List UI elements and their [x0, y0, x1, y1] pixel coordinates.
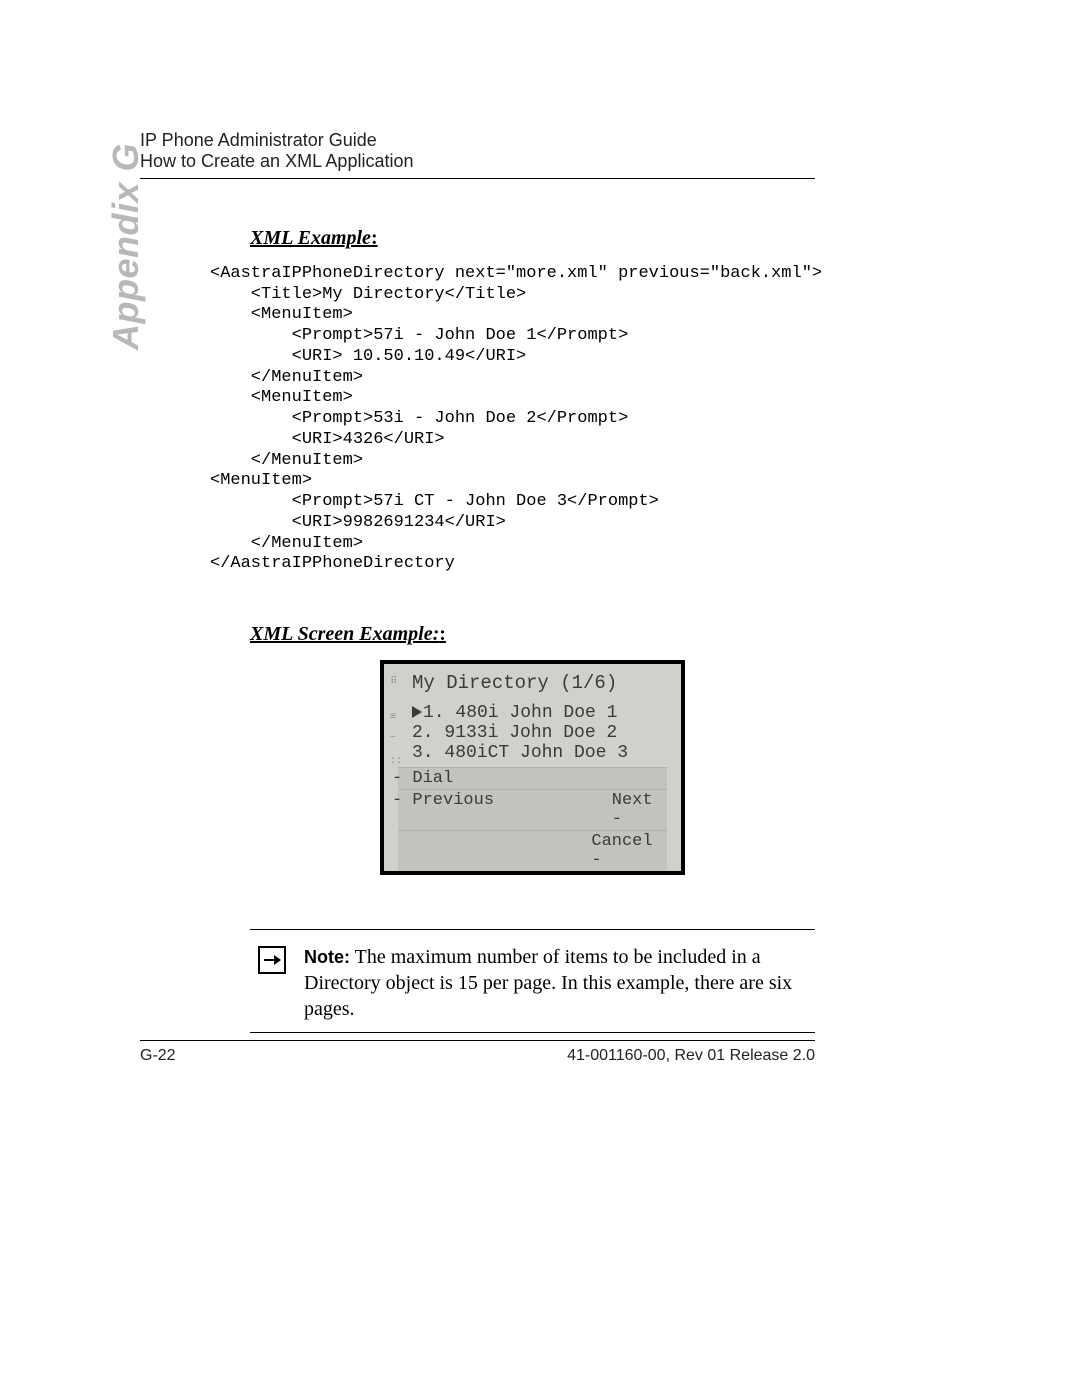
- cursor-icon: [412, 706, 422, 718]
- code-l4: <Prompt>57i - John Doe 1</Prompt>: [210, 326, 628, 345]
- code-l5: <URI> 10.50.10.49</URI>: [210, 347, 526, 366]
- note-body: The maximum number of items to be includ…: [304, 946, 792, 1020]
- code-l2: <Title>My Directory</Title>: [210, 285, 526, 304]
- code-l9: <URI>4326</URI>: [210, 430, 445, 449]
- softkey-previous: Previous: [406, 791, 494, 829]
- code-l8: <Prompt>53i - John Doe 2</Prompt>: [210, 409, 628, 428]
- screen-body: ⠿ ≡ – :: My Directory (1/6) 1. 480i John…: [384, 664, 681, 767]
- xml-screen-heading-text: XML Screen Example:: [250, 623, 439, 645]
- footer-rule: [140, 1040, 815, 1041]
- page-footer: G-22 41-001160-00, Rev 01 Release 2.0: [140, 1040, 815, 1065]
- screen-glyph-icon: ≡: [390, 712, 396, 723]
- code-l10: </MenuItem>: [210, 451, 363, 470]
- softkey-next: Next: [612, 791, 659, 829]
- screen-glyph-icon: ::: [390, 756, 402, 767]
- screen-row-1: 1. 480i John Doe 1: [412, 704, 671, 724]
- content-area: XML Example: <AastraIPPhoneDirectory nex…: [250, 227, 815, 1033]
- footer-page-number: G-22: [140, 1047, 176, 1065]
- code-l13: <URI>9982691234</URI>: [210, 513, 506, 532]
- note-bottom-rule: [250, 1032, 815, 1033]
- code-l6: </MenuItem>: [210, 368, 363, 387]
- note-arrow-icon: [258, 946, 286, 974]
- code-l15: </AastraIPPhoneDirectory: [210, 554, 455, 573]
- softkey-row-2: Previous Next: [384, 789, 681, 830]
- screen-glyph-icon: –: [390, 732, 396, 743]
- code-l12: <Prompt>57i CT - John Doe 3</Prompt>: [210, 492, 659, 511]
- screen-row1-text: 1. 480i John Doe 1: [423, 703, 617, 723]
- page-body: IP Phone Administrator Guide How to Crea…: [140, 130, 940, 1033]
- screen-title: My Directory (1/6): [412, 672, 671, 694]
- note-label: Note:: [304, 947, 350, 967]
- softkey-row-1: Dial: [384, 767, 681, 789]
- header-title: IP Phone Administrator Guide: [140, 130, 940, 151]
- code-l7: <MenuItem>: [210, 388, 353, 407]
- code-l11: <MenuItem>: [210, 471, 312, 490]
- phone-screen: ⠿ ≡ – :: My Directory (1/6) 1. 480i John…: [380, 660, 685, 875]
- screen-row-2: 2. 9133i John Doe 2: [412, 724, 671, 744]
- xml-code-block: <AastraIPPhoneDirectory next="more.xml" …: [210, 264, 815, 575]
- screen-example-wrap: ⠿ ≡ – :: My Directory (1/6) 1. 480i John…: [250, 660, 815, 875]
- footer-doc-id: 41-001160-00, Rev 01 Release 2.0: [567, 1047, 815, 1065]
- note-block: Note: The maximum number of items to be …: [250, 930, 815, 1032]
- code-l14: </MenuItem>: [210, 534, 363, 553]
- xml-example-heading-text: XML Example: [250, 227, 371, 249]
- screen-row-3: 3. 480iCT John Doe 3: [412, 744, 671, 764]
- header-rule: [140, 178, 815, 179]
- softkey-row-3: Cancel: [384, 830, 681, 871]
- xml-example-heading: XML Example:: [250, 227, 815, 250]
- note-text: Note: The maximum number of items to be …: [304, 944, 815, 1022]
- screen-glyph-icon: ⠿: [390, 676, 397, 688]
- code-l1: <AastraIPPhoneDirectory next="more.xml" …: [210, 264, 822, 283]
- softkey-cancel: Cancel: [591, 832, 659, 870]
- code-l3: <MenuItem>: [210, 305, 353, 324]
- header-subtitle: How to Create an XML Application: [140, 151, 940, 172]
- xml-screen-heading: XML Screen Example::: [250, 623, 815, 646]
- softkey-dial: Dial: [406, 769, 453, 788]
